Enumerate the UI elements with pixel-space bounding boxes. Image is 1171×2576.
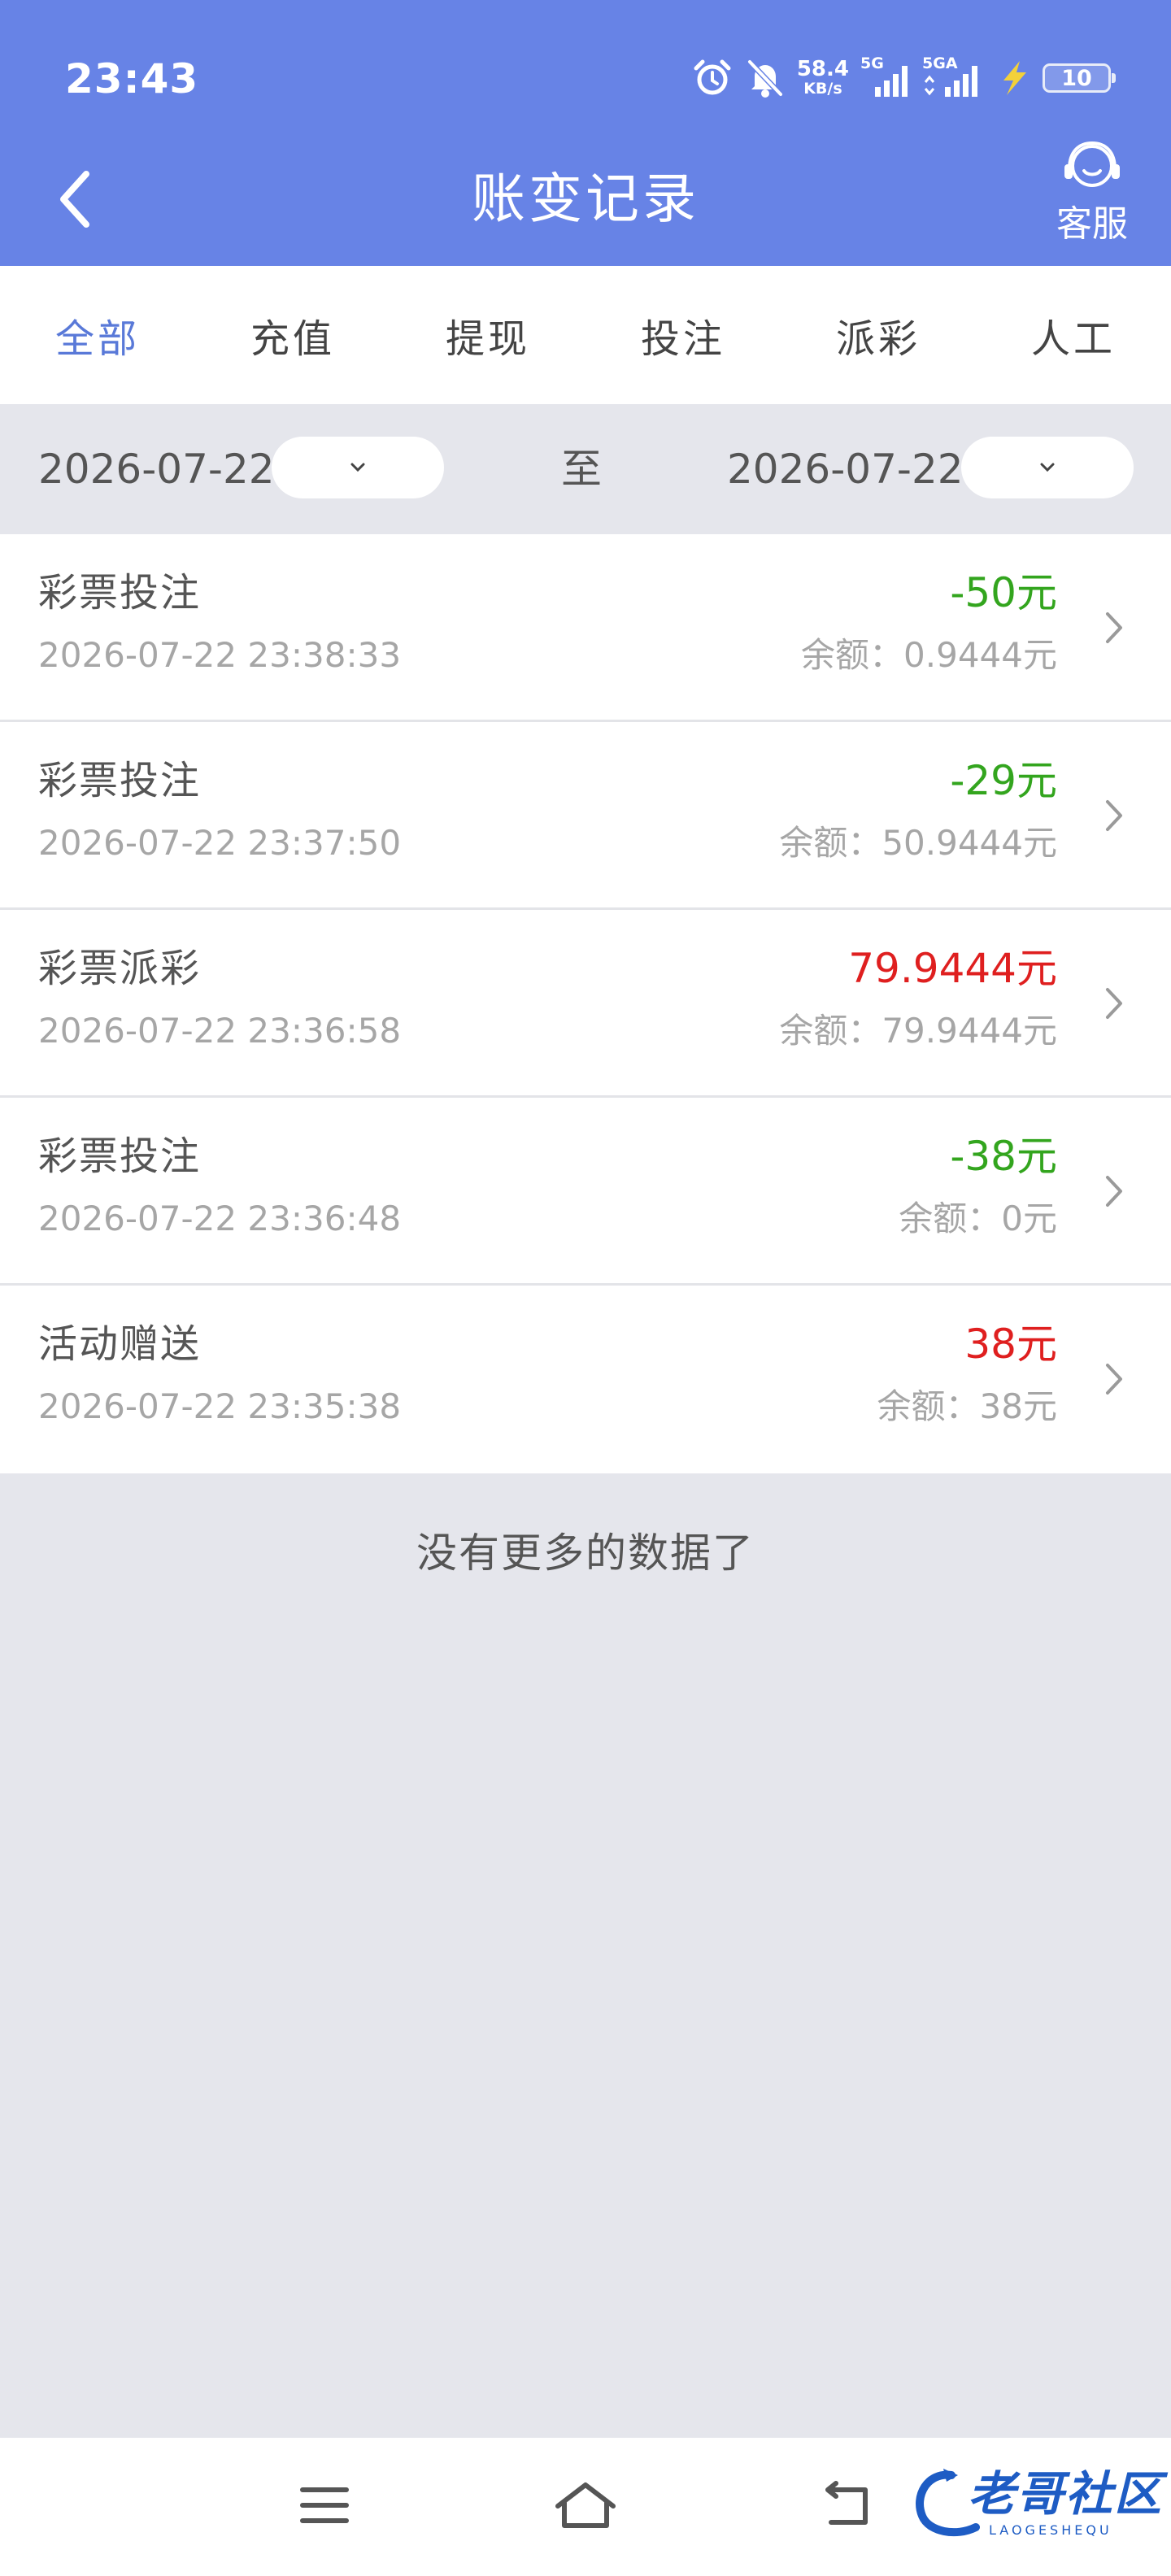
record-amount: 38元 <box>964 1321 1057 1368</box>
record-time: 2026-07-22 23:36:48 <box>38 1199 402 1238</box>
home-button[interactable] <box>553 2478 618 2535</box>
tab-all[interactable]: 全部 <box>0 266 195 404</box>
battery-icon: 10 <box>1043 63 1116 93</box>
record-balance: 余额：0元 <box>899 1199 1057 1238</box>
bell-off-icon <box>745 57 786 99</box>
chevron-right-icon <box>1106 1176 1122 1207</box>
record-list: 彩票投注 2026-07-22 23:38:33 -50元 余额：0.9444元… <box>0 534 1171 1473</box>
chevron-right-icon <box>1106 612 1122 643</box>
back-nav-button[interactable] <box>818 2478 875 2535</box>
tab-manual[interactable]: 人工 <box>976 266 1171 404</box>
record-balance: 余额：79.9444元 <box>779 1011 1057 1051</box>
record-time: 2026-07-22 23:38:33 <box>38 635 402 675</box>
record-row[interactable]: 彩票投注 2026-07-22 23:36:48 -38元 余额：0元 <box>0 1098 1171 1286</box>
status-time: 23:43 <box>65 55 199 102</box>
no-more-data-text: 没有更多的数据了 <box>416 1530 755 1577</box>
net-speed-value: 58.4 <box>796 57 849 81</box>
record-balance: 余额：50.9444元 <box>779 823 1057 863</box>
menu-button[interactable] <box>298 2478 351 2535</box>
net-speed: 58.4 KB/s <box>797 59 849 98</box>
record-balance: 余额：38元 <box>877 1386 1057 1426</box>
watermark-logo: 老哥社区 LAOGESHEQU <box>911 2464 1163 2545</box>
record-amount: -50元 <box>950 569 1057 616</box>
record-row[interactable]: 活动赠送 2026-07-22 23:35:38 38元 余额：38元 <box>0 1286 1171 1473</box>
menu-icon <box>300 2487 349 2523</box>
headset-icon <box>1064 141 1120 187</box>
watermark-subtext: LAOGESHEQU <box>989 2522 1112 2538</box>
record-type: 彩票投注 <box>38 570 202 616</box>
customer-service-button[interactable]: 客服 <box>1047 138 1137 246</box>
record-row[interactable]: 彩票派彩 2026-07-22 23:36:58 79.9444元 余额：79.… <box>0 910 1171 1098</box>
chevron-down-icon <box>1040 463 1055 472</box>
record-row[interactable]: 彩票投注 2026-07-22 23:38:33 -50元 余额：0.9444元 <box>0 534 1171 722</box>
signal-sim1: 5G <box>860 54 911 98</box>
tab-payout[interactable]: 派彩 <box>781 266 976 404</box>
charging-icon <box>995 58 1031 98</box>
record-time: 2026-07-22 23:35:38 <box>38 1386 402 1426</box>
alarm-icon <box>691 57 734 99</box>
chevron-right-icon <box>1106 988 1122 1019</box>
record-type: 彩票投注 <box>38 1134 202 1179</box>
system-navbar: 老哥社区 LAOGESHEQU <box>0 2438 1171 2576</box>
end-date-dropdown[interactable] <box>961 437 1134 498</box>
chevron-down-icon <box>350 463 365 472</box>
battery-level: 10 <box>1061 65 1092 91</box>
record-type: 彩票派彩 <box>38 946 202 991</box>
signal-icon <box>924 66 977 97</box>
record-type: 彩票投注 <box>38 758 202 803</box>
page-title: 账变记录 <box>472 168 699 230</box>
signal-sim2: 5GA <box>922 54 984 98</box>
record-amount: -29元 <box>950 757 1057 804</box>
home-icon <box>555 2482 616 2528</box>
tab-recharge[interactable]: 充值 <box>195 266 390 404</box>
record-time: 2026-07-22 23:37:50 <box>38 823 402 863</box>
status-icons: 58.4 KB/s 5G 5GA 10 <box>691 54 1116 102</box>
record-amount: -38元 <box>950 1133 1057 1180</box>
end-date[interactable]: 2026-07-22 <box>727 445 964 494</box>
app-header: 23:43 58.4 KB/s 5G 5GA 10 账变记录 客服 <box>0 0 1171 266</box>
start-date-dropdown[interactable] <box>272 437 444 498</box>
chevron-right-icon <box>1106 1364 1122 1395</box>
record-balance: 余额：0.9444元 <box>801 635 1057 675</box>
net-speed-unit: KB/s <box>803 80 842 98</box>
back-icon <box>825 2481 868 2525</box>
category-tabs: 全部 充值 提现 投注 派彩 人工 <box>0 266 1171 404</box>
record-amount: 79.9444元 <box>848 945 1057 992</box>
date-filter: 2026-07-22 至 2026-07-22 <box>0 404 1171 534</box>
start-date[interactable]: 2026-07-22 <box>38 445 275 494</box>
tab-withdraw[interactable]: 提现 <box>390 266 586 404</box>
watermark-text: 老哥社区 <box>968 2466 1164 2522</box>
signal-icon <box>875 66 908 97</box>
record-type: 活动赠送 <box>38 1321 202 1367</box>
tab-bet[interactable]: 投注 <box>586 266 781 404</box>
chevron-right-icon <box>1106 800 1122 831</box>
customer-service-label: 客服 <box>1056 203 1128 245</box>
record-row[interactable]: 彩票投注 2026-07-22 23:37:50 -29元 余额：50.9444… <box>0 722 1171 910</box>
record-time: 2026-07-22 23:36:58 <box>38 1011 402 1051</box>
date-separator: 至 <box>561 446 602 493</box>
